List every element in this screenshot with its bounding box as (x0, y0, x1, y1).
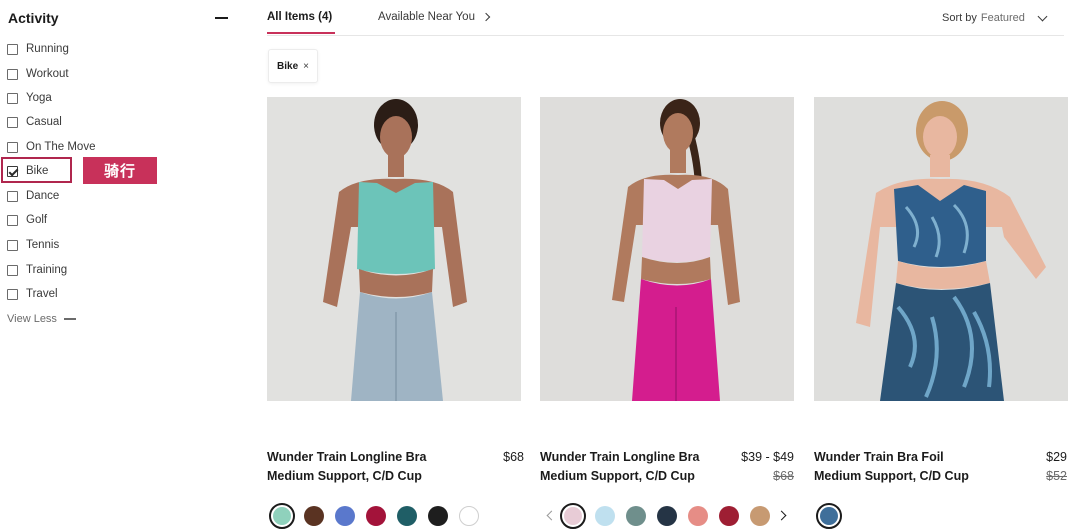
product-name-line2: Medium Support, C/D Cup (540, 469, 695, 483)
product-name-line1: Wunder Train Bra Foil (814, 450, 944, 464)
sort-dropdown[interactable]: Sort by Featured (942, 11, 1048, 24)
product-image[interactable] (814, 97, 1068, 401)
filter-tennis[interactable]: Tennis (7, 235, 59, 255)
filter-dance[interactable]: Dance (7, 186, 59, 206)
original-price: $68 (773, 469, 794, 483)
checkbox-icon[interactable] (7, 116, 18, 128)
product-price: $39 - $49 $68 (741, 448, 794, 486)
color-swatch-selected[interactable] (269, 503, 295, 529)
view-less-link[interactable]: View Less (7, 313, 76, 325)
color-swatch-selected[interactable] (816, 503, 842, 529)
color-swatch[interactable] (657, 506, 677, 526)
checkbox-icon[interactable] (7, 190, 18, 202)
current-price: $29 (1046, 450, 1067, 464)
current-price: $68 (503, 450, 524, 464)
tab-label: Available Near You (378, 11, 475, 23)
tab-available-near-you[interactable]: Available Near You (378, 11, 491, 23)
checked-checkbox-icon[interactable] (7, 165, 18, 177)
filter-travel[interactable]: Travel (7, 284, 58, 304)
applied-filter-chip[interactable]: Bike × (268, 49, 318, 83)
color-swatch[interactable] (428, 506, 448, 526)
close-icon[interactable]: × (303, 61, 309, 72)
checkbox-icon[interactable] (7, 264, 18, 276)
filter-label: Dance (26, 190, 60, 202)
product-name[interactable]: Wunder Train Longline Bra Medium Support… (540, 448, 730, 486)
product-name-line2: Medium Support, C/D Cup (267, 469, 422, 483)
checkbox-icon[interactable] (7, 214, 18, 226)
sort-label: Sort by (942, 12, 977, 24)
filter-label: Running (26, 43, 69, 55)
color-swatch[interactable] (719, 506, 739, 526)
activity-filter-title: Activity (8, 10, 59, 26)
filter-label: Yoga (26, 92, 52, 104)
color-swatch[interactable] (595, 506, 615, 526)
chip-label: Bike (277, 60, 299, 72)
color-swatch[interactable] (459, 506, 479, 526)
color-swatch[interactable] (750, 506, 770, 526)
product-name-line2: Medium Support, C/D Cup (814, 469, 969, 483)
annotation-badge: 骑行 (83, 157, 157, 184)
checkbox-icon[interactable] (7, 43, 18, 55)
checkbox-icon[interactable] (7, 239, 18, 251)
filter-bike[interactable]: Bike (7, 161, 48, 181)
filter-yoga[interactable]: Yoga (7, 88, 52, 108)
checkbox-icon[interactable] (7, 68, 18, 80)
filter-running[interactable]: Running (7, 39, 69, 59)
color-swatches (540, 503, 794, 529)
filter-label: Training (26, 264, 68, 276)
checkbox-icon[interactable] (7, 92, 18, 104)
product-name[interactable]: Wunder Train Bra Foil Medium Support, C/… (814, 448, 1004, 486)
product-name[interactable]: Wunder Train Longline Bra Medium Support… (267, 448, 457, 486)
filter-golf[interactable]: Golf (7, 210, 47, 230)
filter-casual[interactable]: Casual (7, 112, 62, 132)
chevron-right-icon (481, 12, 491, 22)
chevron-left-icon[interactable] (546, 510, 557, 521)
view-less-label: View Less (7, 313, 57, 325)
color-swatch-selected[interactable] (560, 503, 586, 529)
checkbox-icon[interactable] (7, 141, 18, 153)
filter-label: Casual (26, 116, 62, 128)
color-swatch[interactable] (304, 506, 324, 526)
filter-sidebar: Activity Running Workout Yoga Casual On … (0, 0, 245, 506)
divider (267, 35, 1064, 36)
color-swatch[interactable] (366, 506, 386, 526)
sort-value: Featured (980, 12, 1025, 24)
color-swatches (814, 503, 1068, 529)
product-name-line1: Wunder Train Longline Bra (540, 450, 700, 464)
filter-label: Travel (26, 288, 58, 300)
chevron-down-icon (1037, 11, 1048, 22)
filter-label: Workout (26, 68, 69, 80)
color-swatch[interactable] (397, 506, 417, 526)
minus-icon (63, 318, 76, 320)
filter-label: On The Move (26, 141, 96, 153)
filter-label: Bike (26, 165, 49, 177)
filter-label: Tennis (26, 239, 60, 251)
product-image[interactable] (540, 97, 794, 401)
chevron-right-icon[interactable] (776, 510, 787, 521)
product-price: $68 (503, 448, 524, 467)
original-price: $52 (1046, 469, 1067, 483)
checkbox-icon[interactable] (7, 288, 18, 300)
collapse-minus-icon[interactable] (215, 17, 228, 19)
product-price: $29 $52 (1014, 448, 1067, 486)
tab-all-items[interactable]: All Items (4) (267, 11, 332, 23)
color-swatch[interactable] (688, 506, 708, 526)
active-tab-indicator (267, 32, 335, 34)
color-swatch[interactable] (626, 506, 646, 526)
color-swatches (267, 503, 521, 529)
product-image[interactable] (267, 97, 521, 401)
filter-training[interactable]: Training (7, 260, 67, 280)
product-name-line1: Wunder Train Longline Bra (267, 450, 427, 464)
filter-on-the-move[interactable]: On The Move (7, 137, 95, 157)
filter-workout[interactable]: Workout (7, 64, 69, 84)
color-swatch[interactable] (335, 506, 355, 526)
filter-label: Golf (26, 214, 48, 226)
current-price: $39 - $49 (741, 450, 794, 464)
